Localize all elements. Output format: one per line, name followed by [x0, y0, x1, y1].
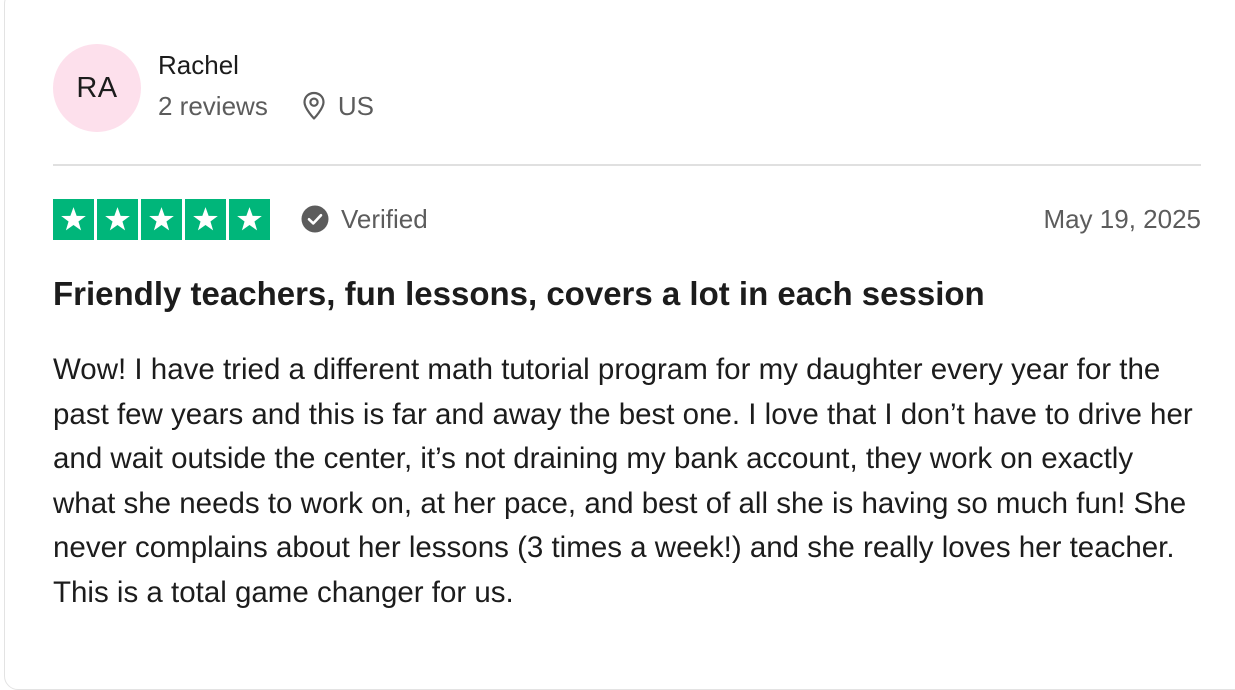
- star-icon: [229, 198, 270, 240]
- review-date: May 19, 2025: [1043, 203, 1201, 234]
- reviewer-name[interactable]: Rachel: [158, 48, 374, 82]
- divider: [53, 164, 1201, 166]
- rating-row: Verified May 19, 2025: [53, 198, 1201, 240]
- reviewer-meta: 2 reviews US: [158, 90, 374, 122]
- location-label: US: [337, 91, 374, 121]
- reviewer-info: Rachel 2 reviews US: [158, 48, 374, 122]
- star-icon: [53, 198, 94, 240]
- review-body: Wow! I have tried a different math tutor…: [53, 353, 1193, 609]
- check-circle-icon: [301, 205, 329, 233]
- avatar[interactable]: RA: [53, 44, 141, 132]
- star-icon: [141, 198, 182, 240]
- verified-label: Verified: [341, 203, 428, 234]
- reviewer-header: RA Rachel 2 reviews US: [53, 44, 374, 132]
- verified-badge[interactable]: Verified: [301, 204, 428, 235]
- star-rating: [53, 198, 270, 240]
- map-pin-icon: [303, 91, 325, 120]
- review-count: 2 reviews: [158, 91, 268, 121]
- star-icon: [97, 198, 138, 240]
- review-title[interactable]: Friendly teachers, fun lessons, covers a…: [53, 272, 1201, 316]
- star-icon: [185, 198, 226, 240]
- reviewer-location: US: [302, 90, 374, 122]
